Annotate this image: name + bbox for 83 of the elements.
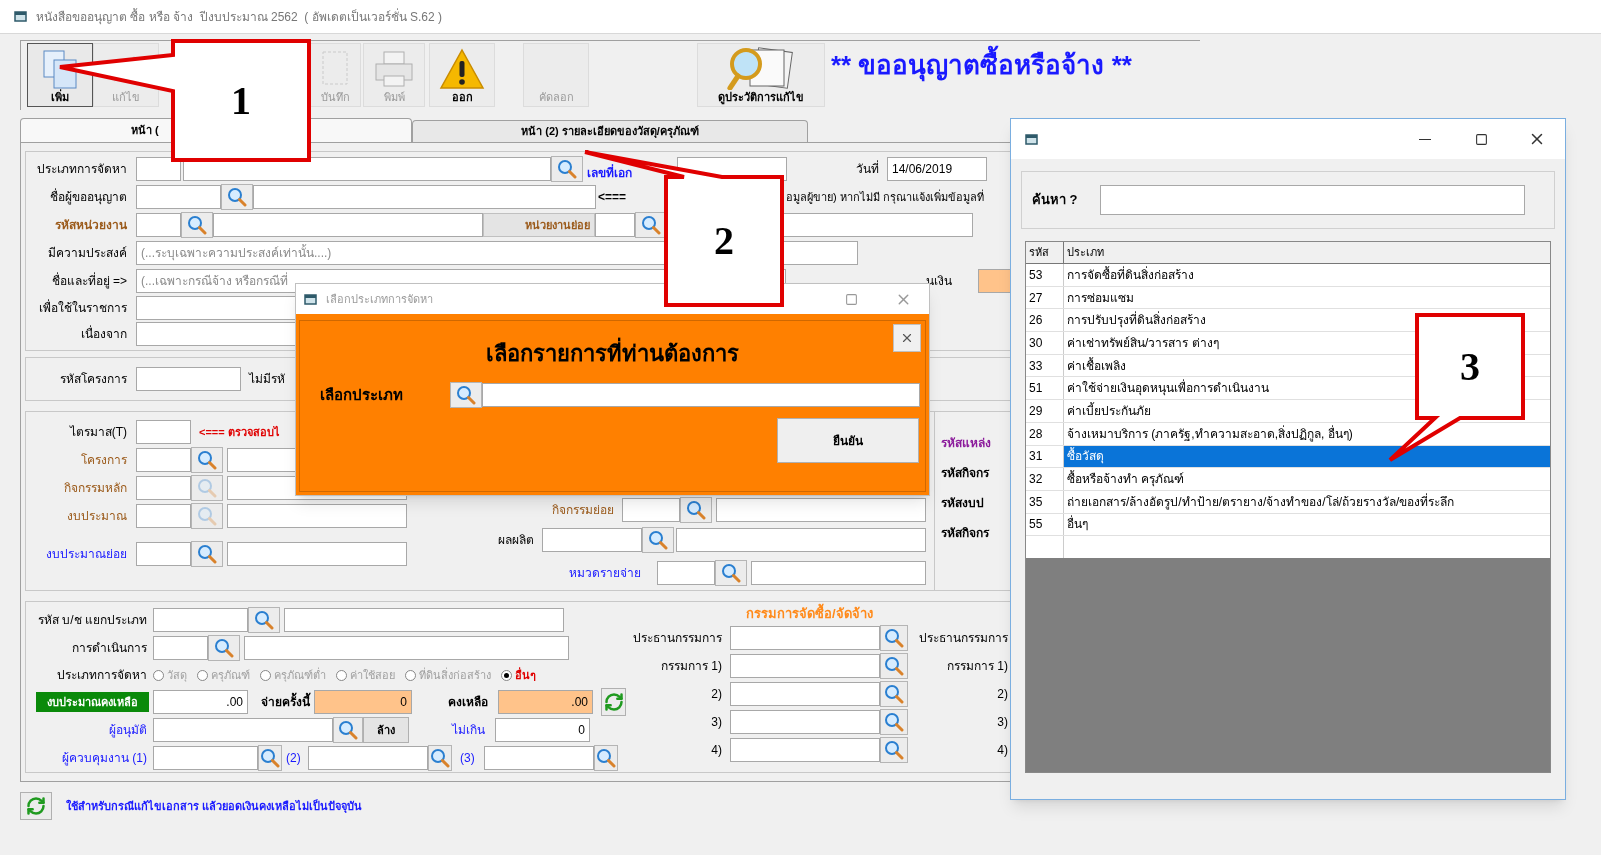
search-label: ค้นหา ? bbox=[1032, 191, 1079, 210]
field-label: <=== bbox=[598, 189, 628, 206]
table-cell: 33 bbox=[1026, 354, 1064, 377]
table-cell: 51 bbox=[1026, 377, 1064, 400]
field-label: งบประมาณย่อย bbox=[45, 546, 128, 563]
field-label: เพื่อใช้ในราชการ bbox=[38, 299, 128, 317]
table-cell: 29 bbox=[1026, 400, 1064, 422]
field-label: 4) bbox=[996, 741, 1009, 759]
table-cell-text: จ้างเหมาบริการ (ภาครัฐ,ทำความสะอาด,สิ่งปฏิกูล, อื่นๆ) bbox=[1066, 424, 1354, 444]
field-label: ชื่อผู้ขออนุญาต bbox=[49, 188, 128, 206]
field-label: ไม่มีรหั bbox=[249, 371, 286, 388]
field-label: งบประมาณ bbox=[66, 508, 128, 525]
field-label: 2) bbox=[996, 685, 1009, 703]
field-label: ประเภทการจัดหา bbox=[56, 667, 148, 684]
table-cell: 27 bbox=[1026, 286, 1064, 309]
field-label: (2) bbox=[286, 750, 302, 767]
table-cell: 53 bbox=[1026, 264, 1064, 286]
field-label: ประธานกรรมการ bbox=[632, 629, 723, 647]
field-label: รหัสกิจกร bbox=[941, 525, 991, 542]
table-cell-text: ถ่ายเอกสาร/ล้างอัดรูป/ทำป้าย/ตรายาง/จ้างทำของ/โล่/ถ้วยรางวัล/ของที่ระลึก bbox=[1066, 492, 1456, 512]
window-title: หนังสือขออนุญาต ซื้อ หรือ จ้าง ปีงบประมาณ 2562 ( อัพเดตเป็นเวอร์ชั่น S.62 ) bbox=[36, 7, 443, 26]
table-cell-text: การปรับปรุงที่ดินสิ่งก่อสร้าง bbox=[1066, 310, 1207, 330]
table-cell: 55 bbox=[1026, 513, 1064, 536]
table-cell-text: อื่นๆ bbox=[1066, 514, 1089, 534]
field-label: โครงการ bbox=[80, 452, 128, 469]
field-label: จ่ายครั้งนี้ bbox=[252, 693, 314, 711]
table-cell-text: การซ่อมแซม bbox=[1066, 289, 1135, 307]
field-label: ผู้ควบคุมงาน (1) bbox=[61, 750, 148, 767]
field-label: รหัสกิจกร bbox=[941, 465, 991, 482]
check-note: <=== ตรวจสอบไ bbox=[199, 424, 280, 440]
field-label: 3) bbox=[710, 713, 723, 731]
field-label: นเงิน bbox=[926, 273, 953, 290]
table-cell-text: ค่าเบี้ยประกันภัย bbox=[1066, 401, 1152, 420]
table-cell-text: ค่าเชื้อเพลิง bbox=[1066, 356, 1127, 375]
table-cell-text: ค่าใช้จ่ายเงินอุดหนุนเพื่อการดำเนินงาน bbox=[1066, 378, 1270, 398]
column-header: รหัส bbox=[1026, 242, 1064, 263]
column-header: ประเภท bbox=[1066, 245, 1105, 261]
vendor-note: อมูลผู้ขาย) หากไม่มี กรุณาแจ้งเพิ่มข้อมูลที่ bbox=[786, 188, 984, 206]
table-cell: 35 bbox=[1026, 490, 1064, 513]
field-label: คงเหลือ bbox=[447, 694, 489, 711]
field-label: การดำเนินการ bbox=[71, 640, 148, 657]
dialog-heading: เลือกรายการที่ท่านต้องการ bbox=[486, 337, 739, 370]
field-label: กรรมการ 1) bbox=[946, 657, 1009, 675]
field-label: วันที่ bbox=[855, 160, 880, 178]
field-label: 2) bbox=[710, 685, 723, 703]
table-cell: 28 bbox=[1026, 422, 1064, 445]
form-heading: ** ขออนุญาตซื้อหรือจ้าง ** bbox=[831, 45, 1132, 85]
table-cell-text: การจัดซื้อที่ดินสิ่งก่อสร้าง bbox=[1066, 265, 1195, 284]
field-label: รหัสแหล่ง bbox=[941, 435, 992, 452]
field-label: หมวดรายจ่าย bbox=[568, 565, 642, 582]
committee-title: กรรมการจัดซื้อ/จัดจ้าง bbox=[746, 604, 1194, 624]
field-label: รหัสโครงการ bbox=[59, 371, 128, 388]
field-label: งบประมาณคงเหลือ bbox=[36, 692, 149, 712]
dialog-title: เลือกประเภทการจัดหา bbox=[326, 291, 433, 307]
field-label: (3) bbox=[460, 750, 476, 767]
field-label: ประเภทการจัดหา bbox=[36, 161, 128, 178]
field-label: ผลผลิต bbox=[497, 531, 535, 549]
field-label: กิจกรรมหลัก bbox=[63, 480, 128, 497]
field-label: 4) bbox=[710, 741, 723, 759]
field-label: หน่วยงานย่อย bbox=[483, 213, 595, 237]
table-cell-text: ค่าเช่าทรัพย์สิน/วารสาร ต่างๆ bbox=[1066, 334, 1220, 352]
footer-note: ใช้สำหรับกรณีแก้ไขเอกสาร แล้วยอดเงินคงเหลือไม่เป็นปัจจุบัน bbox=[66, 798, 363, 815]
table-cell-text: ซื้อวัสดุ bbox=[1066, 446, 1105, 466]
field-label: มีความประสงค์ bbox=[47, 245, 128, 262]
field-label: ผู้อนุมัติ bbox=[108, 722, 148, 739]
field-label: รหัสหน่วยงาน bbox=[54, 217, 128, 234]
field-label: ชื่อและที่อยู่ => bbox=[50, 272, 128, 290]
field-label: รหัสงบป bbox=[941, 495, 985, 512]
field-label: เลขที่เอก bbox=[587, 164, 633, 182]
table-cell-text: ซื้อหรือจ้างทำ ครุภัณฑ์ bbox=[1066, 469, 1186, 489]
field-label: 3) bbox=[996, 713, 1009, 731]
field-label: ไตรมาส(T) bbox=[68, 424, 128, 441]
field-label: ประธานกรรมการ bbox=[918, 629, 1009, 647]
field-label: เนื่องจาก bbox=[80, 325, 128, 343]
table-cell: 31 bbox=[1026, 445, 1064, 468]
table-cell: 32 bbox=[1026, 468, 1064, 490]
table-cell: 30 bbox=[1026, 332, 1064, 354]
field-label: ไม่เกิน bbox=[450, 722, 486, 739]
table-cell: 26 bbox=[1026, 309, 1064, 332]
field-label: รหัส บ/ช แยกประเภท bbox=[37, 612, 148, 629]
field-label: กิจกรรมย่อย bbox=[551, 502, 615, 519]
field-label: เลือกประเภท bbox=[320, 384, 404, 405]
field-label: กรรมการ 1) bbox=[660, 657, 723, 675]
